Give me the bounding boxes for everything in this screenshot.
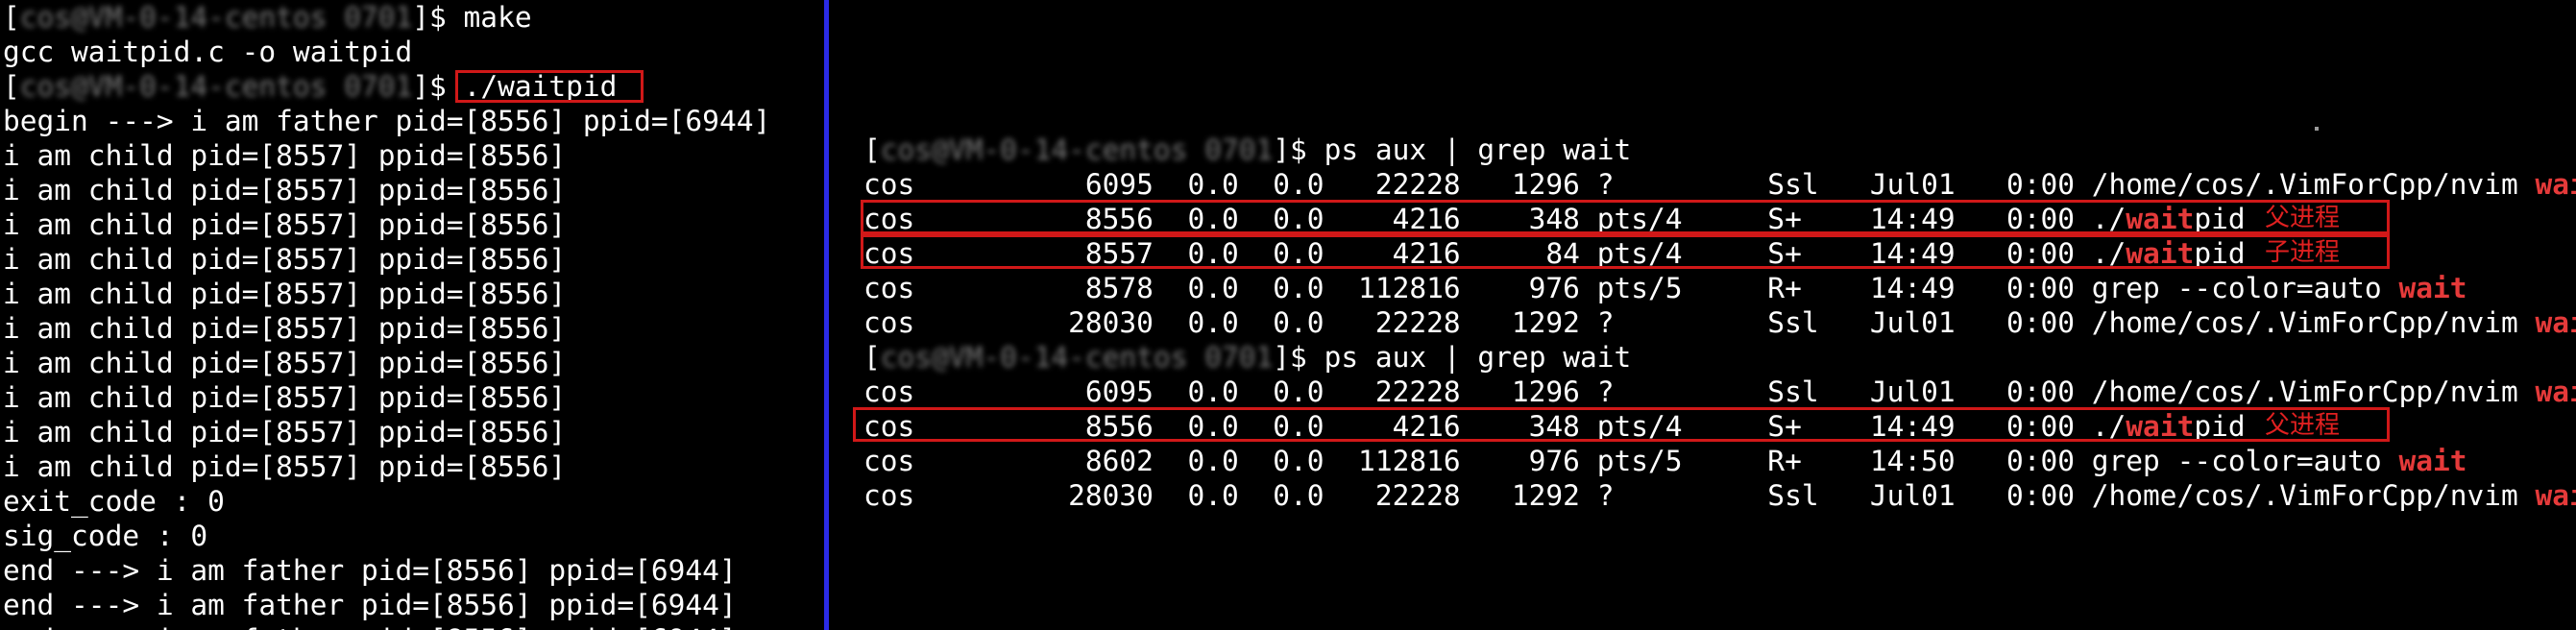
terminal-line: i am child pid=[8557] ppid=[8556] [3, 449, 566, 484]
output-text: i am child pid=[8557] ppid=[8556] [3, 174, 567, 206]
terminal-line: i am child pid=[8557] ppid=[8556] [3, 277, 566, 311]
terminal-line: exit_code : 0 [3, 484, 225, 519]
terminal-line: gcc waitpid.c -o waitpid [3, 35, 412, 69]
prompt-bracket: [ [3, 70, 20, 103]
terminal-line: i am child pid=[8557] ppid=[8556] [3, 415, 566, 449]
annotation-parent-label: 父进程 [2265, 204, 2341, 232]
output-text: gcc waitpid.c -o waitpid [3, 36, 413, 68]
pane-divider[interactable] [824, 0, 829, 630]
highlight-box-waitpid-cmd [455, 70, 644, 103]
grep-match-highlight: wait [2535, 376, 2576, 408]
process-columns: cos 6095 0.0 0.0 22228 1296 ? Ssl Jul01 … [863, 376, 2092, 408]
process-command: /home/cos/.VimForCpp/nvim [2091, 376, 2536, 408]
annotation-child-label: 子进程 [2265, 238, 2341, 267]
terminal-line: [cos@VM-0-14-centos 0701]$ ps aux | grep… [863, 133, 1631, 167]
terminal-line: i am child pid=[8557] ppid=[8556] [3, 380, 566, 415]
grep-match-highlight: wait [2535, 168, 2576, 201]
output-text: i am child pid=[8557] ppid=[8556] [3, 312, 567, 345]
terminal-line: i am child pid=[8557] ppid=[8556] [3, 207, 566, 242]
grep-match-highlight: wait [2535, 306, 2576, 339]
terminal-line: end ---> i am father pid=[8556] ppid=[69… [3, 553, 737, 588]
terminal-line: sig_code : 0 [3, 519, 207, 553]
prompt-suffix: ]$ [1273, 341, 1324, 374]
process-row: cos 8602 0.0 0.0 112816 976 pts/5 R+ 14:… [863, 444, 2467, 478]
terminal-line: i am child pid=[8557] ppid=[8556] [3, 138, 566, 173]
annotation-box-child-process [861, 234, 2390, 269]
prompt-user-blurred: cos@VM-0-14-centos 0701 [19, 1, 413, 34]
output-text: end ---> i am father pid=[8556] ppid=[69… [3, 554, 737, 587]
output-text: i am child pid=[8557] ppid=[8556] [3, 208, 567, 241]
right-terminal-pane[interactable]: [cos@VM-0-14-centos 0701]$ ps aux | grep… [830, 0, 2576, 630]
output-text: i am child pid=[8557] ppid=[8556] [3, 243, 567, 276]
output-text: end ---> i am father pid=[8556] ppid=[69… [3, 623, 737, 630]
prompt-bracket: [ [3, 1, 20, 34]
output-text: i am child pid=[8557] ppid=[8556] [3, 381, 567, 414]
terminal-line: begin ---> i am father pid=[8556] ppid=[… [3, 104, 770, 138]
prompt-user-blurred: cos@VM-0-14-centos 0701 [880, 133, 1274, 166]
terminal-line: i am child pid=[8557] ppid=[8556] [3, 173, 566, 207]
terminal-line: [cos@VM-0-14-centos 0701]$ ps aux | grep… [863, 340, 1631, 375]
process-row: cos 8578 0.0 0.0 112816 976 pts/5 R+ 14:… [863, 271, 2467, 305]
process-columns: cos 8578 0.0 0.0 112816 976 pts/5 R+ 14:… [863, 272, 2092, 304]
process-command: grep --color=auto [2091, 272, 2399, 304]
annotation-box-parent-process [861, 200, 2390, 234]
process-command: /home/cos/.VimForCpp/nvim [2091, 168, 2536, 201]
grep-match-highlight: wait [2398, 272, 2467, 304]
prompt-suffix: ]$ [1273, 133, 1324, 166]
terminal-line: end ---> i am father pid=[8556] ppid=[69… [3, 588, 737, 622]
output-text: i am child pid=[8557] ppid=[8556] [3, 139, 567, 172]
output-text: i am child pid=[8557] ppid=[8556] [3, 278, 567, 310]
output-text: i am child pid=[8557] ppid=[8556] [3, 450, 567, 483]
prompt-bracket: [ [863, 341, 881, 374]
prompt-bracket: [ [863, 133, 881, 166]
terminal-line: i am child pid=[8557] ppid=[8556] [3, 242, 566, 277]
output-text: begin ---> i am father pid=[8556] ppid=[… [3, 105, 771, 137]
annotation-box-parent-process-2 [853, 407, 2390, 442]
process-columns: cos 8602 0.0 0.0 112816 976 pts/5 R+ 14:… [863, 445, 2092, 477]
terminal-line: end ---> i am father pid=[8556] ppid=[69… [3, 622, 737, 630]
process-row: cos 6095 0.0 0.0 22228 1296 ? Ssl Jul01 … [863, 375, 2576, 409]
process-command: /home/cos/.VimForCpp/nvim [2091, 306, 2536, 339]
output-text: i am child pid=[8557] ppid=[8556] [3, 347, 567, 379]
command-text: ps aux | grep wait [1324, 341, 1632, 374]
command-text: ps aux | grep wait [1324, 133, 1632, 166]
annotation-parent-label-2: 父进程 [2265, 411, 2341, 440]
terminal-line: i am child pid=[8557] ppid=[8556] [3, 311, 566, 346]
process-columns: cos 28030 0.0 0.0 22228 1292 ? Ssl Jul01… [863, 479, 2092, 512]
cursor-artifact [2315, 127, 2319, 131]
process-row: cos 28030 0.0 0.0 22228 1292 ? Ssl Jul01… [863, 478, 2576, 513]
process-row: cos 6095 0.0 0.0 22228 1296 ? Ssl Jul01 … [863, 167, 2576, 202]
grep-match-highlight: wait [2535, 479, 2576, 512]
prompt-suffix: ]$ make [412, 1, 532, 34]
output-text: sig_code : 0 [3, 520, 208, 552]
grep-match-highlight: wait [2398, 445, 2467, 477]
output-text: exit_code : 0 [3, 485, 225, 518]
terminal-line: i am child pid=[8557] ppid=[8556] [3, 346, 566, 380]
prompt-user-blurred: cos@VM-0-14-centos 0701 [19, 70, 413, 103]
output-text: end ---> i am father pid=[8556] ppid=[69… [3, 589, 737, 621]
terminal-line: [cos@VM-0-14-centos 0701]$ make [3, 0, 532, 35]
process-command: /home/cos/.VimForCpp/nvim [2091, 479, 2536, 512]
process-columns: cos 28030 0.0 0.0 22228 1292 ? Ssl Jul01… [863, 306, 2092, 339]
process-columns: cos 6095 0.0 0.0 22228 1296 ? Ssl Jul01 … [863, 168, 2092, 201]
output-text: i am child pid=[8557] ppid=[8556] [3, 416, 567, 448]
process-row: cos 28030 0.0 0.0 22228 1292 ? Ssl Jul01… [863, 305, 2576, 340]
process-command: grep --color=auto [2091, 445, 2399, 477]
prompt-user-blurred: cos@VM-0-14-centos 0701 [880, 341, 1274, 374]
left-terminal-pane[interactable]: [cos@VM-0-14-centos 0701]$ make gcc waitp… [0, 0, 824, 630]
